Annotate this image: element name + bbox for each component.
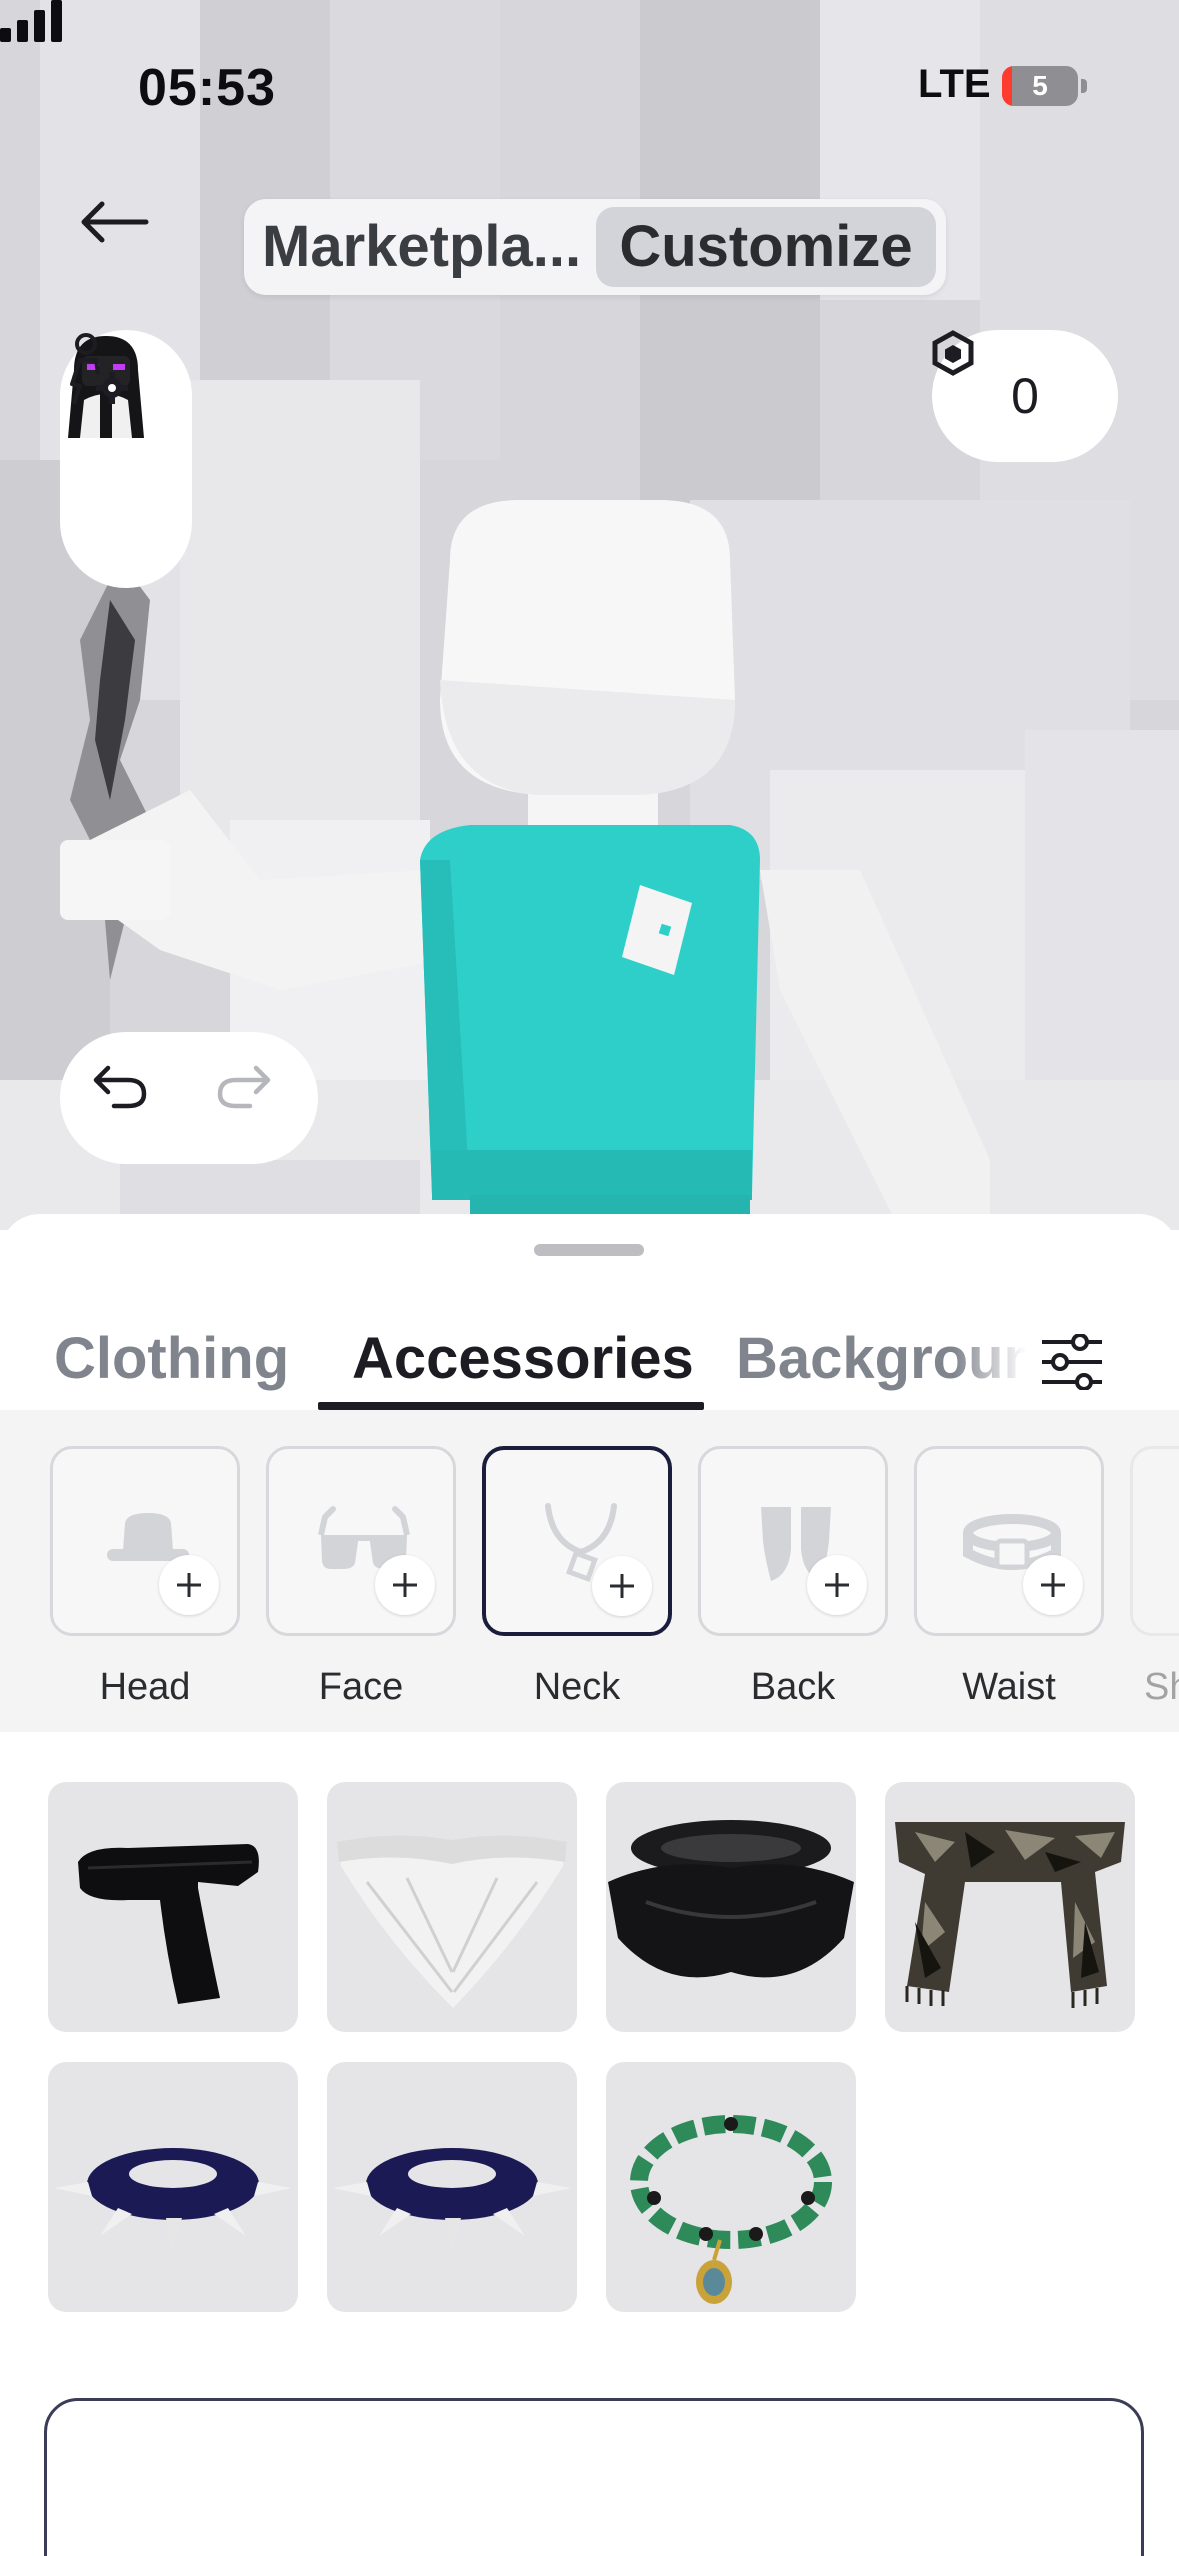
category-neck[interactable]: Neck bbox=[482, 1446, 672, 1709]
add-icon bbox=[1023, 1555, 1083, 1615]
category-face[interactable]: Face bbox=[266, 1446, 456, 1709]
category-back[interactable]: Back bbox=[698, 1446, 888, 1709]
segment-customize[interactable]: Customize bbox=[596, 207, 936, 287]
redo-icon bbox=[217, 1065, 271, 1109]
item-black-scarf[interactable] bbox=[48, 1782, 298, 2032]
category-waist[interactable]: Waist bbox=[914, 1446, 1104, 1709]
network-type: LTE bbox=[918, 62, 991, 106]
item-spiked-collar-2[interactable] bbox=[327, 2062, 577, 2312]
category-label: Sh bbox=[1144, 1666, 1179, 1708]
item-spiked-collar-1[interactable] bbox=[48, 2062, 298, 2312]
category-label: Waist bbox=[962, 1666, 1056, 1708]
item-camo-scarf[interactable] bbox=[885, 1782, 1135, 2032]
undo-icon bbox=[93, 1065, 147, 1109]
category-label: Face bbox=[318, 1666, 404, 1708]
category-label: Head bbox=[99, 1666, 191, 1708]
bottom-panel bbox=[44, 2398, 1144, 2556]
category-label: Neck bbox=[533, 1666, 621, 1708]
bottom-sheet: Clothing Accessories Background He bbox=[0, 1214, 1179, 2556]
robux-hexagon-icon bbox=[932, 330, 974, 376]
history-controls bbox=[60, 1032, 318, 1164]
category-label: Back bbox=[750, 1666, 836, 1708]
category-shoulder[interactable]: Sh bbox=[1130, 1446, 1179, 1709]
sliders-icon bbox=[1042, 1334, 1102, 1390]
avatar-settings-icon[interactable] bbox=[60, 330, 132, 410]
tab-background[interactable]: Background bbox=[736, 1314, 1026, 1404]
status-time: 05:53 bbox=[138, 59, 276, 117]
tab-accessories[interactable]: Accessories bbox=[352, 1314, 694, 1404]
item-black-neck-wrap[interactable] bbox=[606, 1782, 856, 2032]
signal-bars-icon bbox=[0, 0, 62, 42]
robux-balance: 0 bbox=[1011, 368, 1039, 424]
accessory-categories: Head Face Neck Back Waist S bbox=[0, 1410, 1179, 1732]
undo-button[interactable] bbox=[92, 1062, 164, 1134]
add-icon bbox=[807, 1555, 867, 1615]
avatar-3d-scene[interactable]: 05:53 LTE 5 Marketpla... Customize 0 bbox=[0, 0, 1179, 1230]
battery-icon: 5 bbox=[1002, 66, 1078, 106]
arrow-left-icon bbox=[81, 201, 149, 243]
add-icon bbox=[592, 1556, 652, 1616]
item-white-bandana[interactable] bbox=[327, 1782, 577, 2032]
sheet-grabber[interactable] bbox=[534, 1244, 644, 1256]
add-icon bbox=[159, 1555, 219, 1615]
segmented-control: Marketpla... Customize bbox=[244, 199, 946, 295]
item-green-bead-necklace[interactable] bbox=[606, 2062, 856, 2312]
category-head[interactable]: Head bbox=[50, 1446, 240, 1709]
filter-button[interactable] bbox=[1040, 1324, 1104, 1400]
tab-clothing[interactable]: Clothing bbox=[54, 1314, 289, 1404]
robux-balance-button[interactable]: 0 bbox=[932, 330, 1118, 462]
add-icon bbox=[375, 1555, 435, 1615]
battery-level: 5 bbox=[1032, 70, 1048, 101]
redo-button[interactable] bbox=[216, 1062, 288, 1134]
avatar-panel bbox=[60, 330, 192, 588]
active-tab-indicator bbox=[318, 1402, 704, 1410]
back-button[interactable] bbox=[80, 200, 176, 290]
